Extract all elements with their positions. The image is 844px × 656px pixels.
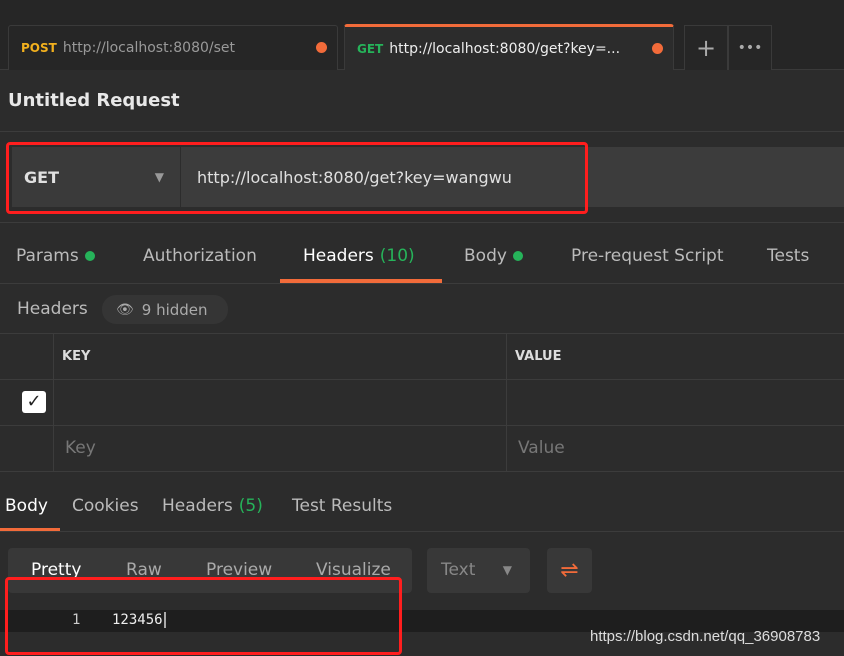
tab-pre-request-script[interactable]: Pre-request Script bbox=[571, 246, 724, 266]
tab-label: Body bbox=[5, 496, 48, 516]
response-tab-test-results[interactable]: Test Results bbox=[292, 496, 392, 516]
new-key-input[interactable]: Key bbox=[53, 425, 507, 472]
tab-body[interactable]: Body bbox=[464, 246, 523, 266]
tab-label: Headers bbox=[303, 246, 374, 266]
tab-url: http://localhost:8080/get?key=... bbox=[389, 40, 621, 57]
url-value: http://localhost:8080/get?key=wangwu bbox=[197, 167, 512, 187]
hidden-count: 9 hidden bbox=[141, 300, 208, 319]
method-select[interactable]: GET ▼ bbox=[12, 147, 180, 207]
format-value: Text bbox=[441, 560, 476, 580]
response-content: 123456 bbox=[112, 612, 166, 628]
column-header-key: KEY bbox=[53, 333, 507, 380]
divider bbox=[0, 283, 844, 284]
chevron-down-icon: ▼ bbox=[154, 170, 164, 184]
tab-params[interactable]: Params bbox=[16, 246, 95, 266]
method-value: GET bbox=[24, 167, 59, 187]
tab-get-key[interactable]: GET http://localhost:8080/get?key=... bbox=[344, 24, 674, 70]
chevron-down-icon: ▼ bbox=[502, 563, 512, 577]
new-tab-button[interactable]: + bbox=[684, 25, 728, 70]
row-checkbox[interactable]: ✓ bbox=[22, 391, 46, 413]
tab-post-set[interactable]: POST http://localhost:8080/set bbox=[8, 25, 338, 70]
tab-label: Params bbox=[16, 246, 79, 266]
tab-count: (5) bbox=[238, 496, 263, 516]
tab-url: http://localhost:8080/set bbox=[62, 40, 236, 56]
mode-pretty[interactable]: Pretty bbox=[31, 560, 81, 580]
watermark: https://blog.csdn.net/qq_36908783 bbox=[590, 628, 821, 645]
tab-authorization[interactable]: Authorization bbox=[143, 246, 257, 266]
new-value-input[interactable]: Value bbox=[506, 425, 844, 472]
line-number: 1 bbox=[72, 612, 81, 628]
tab-headers[interactable]: Headers (10) bbox=[303, 246, 415, 266]
tab-label: Pre-request Script bbox=[571, 246, 724, 266]
divider bbox=[0, 222, 844, 223]
url-input[interactable]: http://localhost:8080/get?key=wangwu bbox=[181, 147, 844, 207]
plus-icon: + bbox=[695, 34, 717, 62]
unsaved-dot-icon bbox=[652, 43, 663, 54]
response-tab-cookies[interactable]: Cookies bbox=[72, 496, 139, 516]
tab-label: Authorization bbox=[143, 246, 257, 266]
tab-tests[interactable]: Tests bbox=[767, 246, 809, 266]
header-value-cell[interactable] bbox=[506, 379, 844, 426]
tab-label: Tests bbox=[767, 246, 810, 266]
response-tab-body[interactable]: Body bbox=[5, 496, 48, 516]
unsaved-dot-icon bbox=[316, 42, 327, 53]
status-dot-icon bbox=[84, 251, 95, 261]
tab-label: Test Results bbox=[292, 496, 393, 516]
method-label: GET bbox=[357, 41, 384, 56]
mode-raw[interactable]: Raw bbox=[126, 560, 162, 580]
more-tabs-button[interactable]: ••• bbox=[728, 25, 772, 70]
tab-label: Body bbox=[464, 246, 507, 266]
more-icon: ••• bbox=[737, 40, 763, 56]
tab-count: (10) bbox=[379, 246, 415, 266]
column-header-value: VALUE bbox=[506, 333, 844, 380]
response-tab-headers[interactable]: Headers (5) bbox=[162, 496, 263, 516]
format-select[interactable]: Text ▼ bbox=[427, 548, 530, 593]
header-key-cell[interactable] bbox=[53, 379, 507, 426]
hidden-headers-toggle[interactable]: 👁 9 hidden bbox=[102, 295, 228, 324]
eye-icon: 👁 bbox=[116, 301, 134, 318]
mode-preview[interactable]: Preview bbox=[206, 560, 272, 580]
tab-label: Cookies bbox=[72, 496, 139, 516]
status-dot-icon bbox=[512, 251, 523, 261]
wrap-lines-button[interactable]: ⇌ bbox=[547, 548, 592, 593]
mode-visualize[interactable]: Visualize bbox=[316, 560, 391, 580]
divider bbox=[0, 531, 844, 532]
request-title[interactable]: Untitled Request bbox=[8, 90, 180, 111]
divider bbox=[0, 131, 844, 132]
headers-label: Headers bbox=[17, 299, 88, 319]
wrap-icon: ⇌ bbox=[560, 558, 579, 583]
tab-label: Headers bbox=[162, 496, 233, 516]
method-label: POST bbox=[21, 41, 57, 55]
